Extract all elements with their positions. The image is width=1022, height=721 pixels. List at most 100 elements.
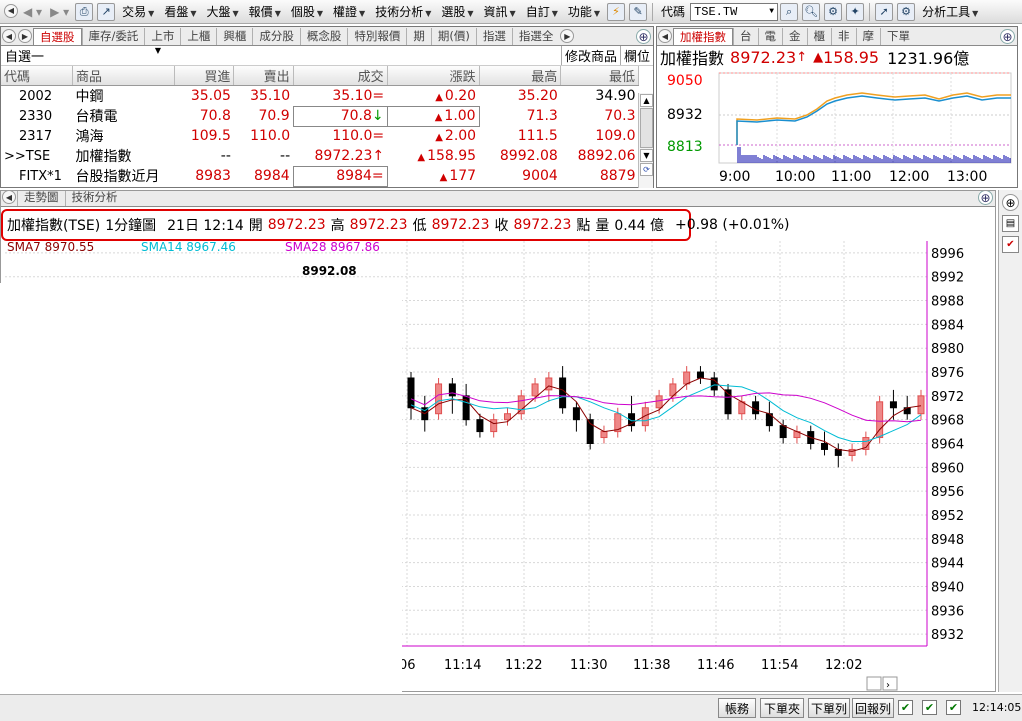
- col-last[interactable]: 成交: [293, 66, 388, 86]
- tab-taiex[interactable]: 加權指數: [673, 28, 733, 45]
- tab-prev-icon[interactable]: ◀: [2, 191, 16, 204]
- table-row[interactable]: 2317 鴻海 109.5 110.0 110.0= ▲ 2.00 111.5 1…: [1, 126, 639, 146]
- stock-search-icon[interactable]: ⌕: [780, 2, 799, 21]
- menu-watch[interactable]: 看盤 ▼: [159, 3, 201, 20]
- table-row[interactable]: >>TSE 加權指數 -- -- 8972.23↑ ▲ 158.95 8992.0…: [1, 146, 639, 166]
- tab-tw[interactable]: 台: [733, 28, 758, 45]
- tab-technical[interactable]: 技術分析: [64, 191, 124, 206]
- checklist-icon[interactable]: ✔: [1002, 236, 1019, 253]
- blank-area: [0, 283, 402, 721]
- chevron-down-icon: ▼: [190, 9, 197, 18]
- col-high[interactable]: 最高: [479, 66, 562, 86]
- col-code[interactable]: 代碼: [1, 66, 73, 86]
- back-icon[interactable]: ◀: [4, 3, 18, 18]
- menu-function[interactable]: 功能 ▼: [563, 3, 605, 20]
- tab-otc[interactable]: 櫃: [806, 28, 832, 45]
- col-name[interactable]: 商品: [72, 66, 176, 86]
- link-icon[interactable]: ↗: [97, 2, 116, 21]
- intraday-chart[interactable]: 9050 8932 8813 9:00 10:00 11:00 12:00 13…: [657, 71, 1017, 189]
- watchlist-panel: ◀ ▶ 自選股 庫存/委託 上市 上櫃 興櫃 成分股 概念股 特別報價 期 期(…: [0, 26, 654, 188]
- vertical-scrollbar[interactable]: ▲ ▼ ⟳: [638, 93, 653, 188]
- menu-technical[interactable]: 技術分析 ▼: [370, 3, 436, 20]
- scroll-up-icon[interactable]: ▲: [640, 94, 653, 107]
- tab-otc[interactable]: 上櫃: [180, 28, 216, 45]
- order-folder-button[interactable]: 下單夾: [760, 698, 804, 718]
- add-icon[interactable]: ⊕: [978, 191, 993, 205]
- check-icon[interactable]: ✔: [946, 700, 961, 715]
- forward-button[interactable]: ▶ ▾: [46, 2, 73, 22]
- tab-trend[interactable]: 走勢圖: [17, 191, 65, 206]
- account-button[interactable]: 帳務: [718, 698, 756, 718]
- col-change[interactable]: 漲跌: [387, 66, 480, 86]
- candle-body: [696, 371, 704, 379]
- tab-fin[interactable]: 金: [782, 28, 807, 45]
- tab-listed[interactable]: 上市: [144, 28, 180, 45]
- group-select[interactable]: 自選一 ▼: [1, 46, 161, 65]
- horizontal-scrollbar[interactable]: ›: [866, 676, 898, 691]
- tab-msci[interactable]: 摩: [855, 28, 881, 45]
- tab-prev-icon[interactable]: ◀: [658, 29, 672, 43]
- tab-more-icon[interactable]: ▶: [560, 29, 575, 43]
- add-icon[interactable]: ⊕: [636, 29, 651, 44]
- tab-inventory[interactable]: 庫存/委託: [81, 28, 145, 45]
- menu-quote[interactable]: 報價 ▼: [244, 3, 286, 20]
- tab-special[interactable]: 特別報價: [347, 28, 406, 45]
- menu-info[interactable]: 資訊 ▼: [479, 3, 521, 20]
- col-bid[interactable]: 買進: [174, 66, 235, 86]
- menu-custom[interactable]: 自訂 ▼: [521, 3, 563, 20]
- edit-products-button[interactable]: 修改商品: [560, 46, 620, 65]
- table-row[interactable]: 2330 台積電 70.8 70.9 70.8↓ ▲ 1.00 71.3 70.3: [1, 105, 639, 127]
- table-row[interactable]: 2002 中鋼 35.05 35.10 35.10= ▲ 0.20 35.20 3…: [1, 86, 639, 107]
- menu-market[interactable]: 大盤 ▼: [202, 3, 244, 20]
- scroll-thumb[interactable]: [640, 108, 653, 148]
- quote-table: 代碼 商品 買進 賣出 成交 漲跌 最高 最低 2002 中鋼 35.05 35…: [1, 66, 639, 187]
- tab-components[interactable]: 成分股: [252, 28, 300, 45]
- tab-watchlist[interactable]: 自選股: [33, 28, 82, 45]
- menu-analysis-tools[interactable]: 分析工具 ▼: [917, 3, 983, 20]
- code-input[interactable]: TSE.TW ▼: [690, 2, 779, 21]
- refresh-icon[interactable]: ⟳: [640, 163, 653, 176]
- panel-icon[interactable]: ▤: [1002, 215, 1019, 232]
- cell-change: ▲ 2.00: [387, 126, 479, 146]
- magnifier-icon[interactable]: 🔍︎: [802, 2, 821, 21]
- last-value: 8984: [336, 168, 372, 184]
- tab-index-options[interactable]: 指選: [475, 28, 512, 45]
- order-bar-button[interactable]: 下單列: [808, 698, 850, 718]
- tag-icon[interactable]: ✦: [846, 2, 865, 21]
- col-low[interactable]: 最低: [560, 66, 639, 86]
- tab-next-icon[interactable]: ▶: [18, 29, 32, 43]
- check-icon[interactable]: ✔: [922, 700, 937, 715]
- cursor-icon[interactable]: ➚: [875, 2, 894, 21]
- tab-emerging[interactable]: 興櫃: [216, 28, 252, 45]
- candle-body: [559, 377, 567, 409]
- add-icon[interactable]: ⊕: [1002, 194, 1019, 211]
- lightning-icon[interactable]: ⚡: [607, 2, 626, 21]
- print-icon[interactable]: ⎙: [75, 2, 94, 21]
- menu-stock[interactable]: 個股 ▼: [286, 3, 328, 20]
- table-row[interactable]: FITX*1 台股指數近月 8983 8984 8984= ▲ 177 9004 …: [1, 165, 639, 187]
- tools-icon[interactable]: ⚙: [824, 2, 843, 21]
- report-bar-button[interactable]: 回報列: [852, 698, 894, 718]
- chevron-down-icon[interactable]: ▼: [769, 7, 774, 16]
- tab-elec[interactable]: 電: [757, 28, 783, 45]
- tab-order[interactable]: 下單: [880, 28, 916, 45]
- add-icon[interactable]: ⊕: [1000, 29, 1015, 44]
- scroll-left-icon[interactable]: [866, 676, 882, 691]
- columns-button[interactable]: 欄位: [619, 46, 653, 65]
- col-ask[interactable]: 賣出: [233, 66, 294, 86]
- settings-icon[interactable]: ⚙: [897, 2, 916, 21]
- menu-warrant[interactable]: 權證 ▼: [328, 3, 370, 20]
- back-button[interactable]: ◀ ▾: [19, 2, 46, 22]
- cell-code: FITX*1: [19, 168, 62, 184]
- tab-prev-icon[interactable]: ◀: [2, 29, 16, 43]
- menu-screener[interactable]: 選股 ▼: [436, 3, 478, 20]
- tab-concept[interactable]: 概念股: [299, 28, 348, 45]
- notepad-icon[interactable]: ✎: [629, 2, 648, 21]
- check-icon[interactable]: ✔: [898, 700, 913, 715]
- scroll-down-icon[interactable]: ▼: [640, 149, 653, 162]
- tab-futures[interactable]: 期: [406, 28, 431, 45]
- tab-futures-price[interactable]: 期(價): [430, 28, 476, 45]
- menu-trade[interactable]: 交易 ▼: [117, 3, 159, 20]
- tab-index-options-all[interactable]: 指選全: [511, 28, 560, 45]
- tab-nonfin[interactable]: 非: [831, 28, 856, 45]
